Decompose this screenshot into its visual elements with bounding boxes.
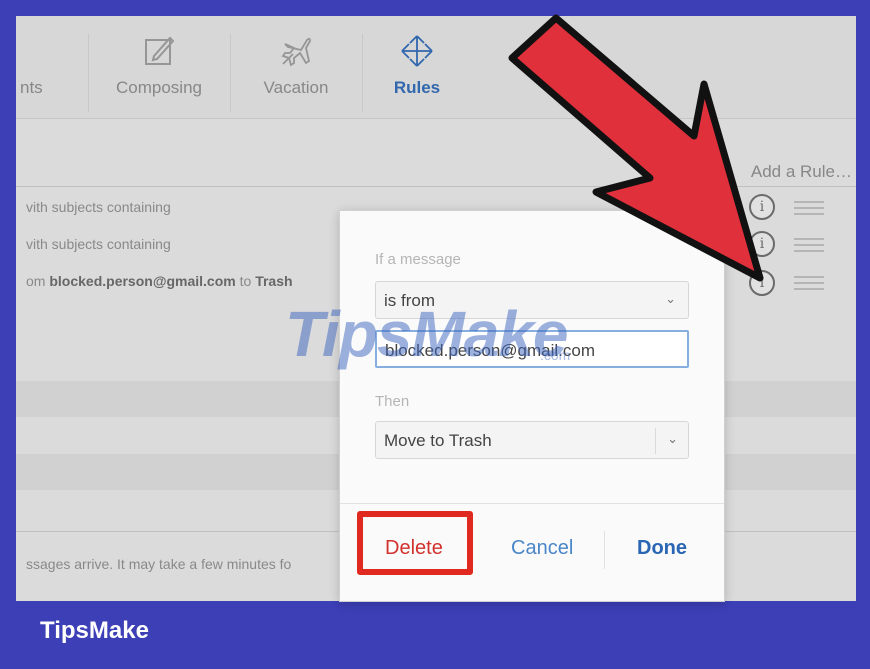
pointer-arrow-icon: [508, 14, 764, 282]
brand-label: TipsMake: [40, 617, 149, 644]
